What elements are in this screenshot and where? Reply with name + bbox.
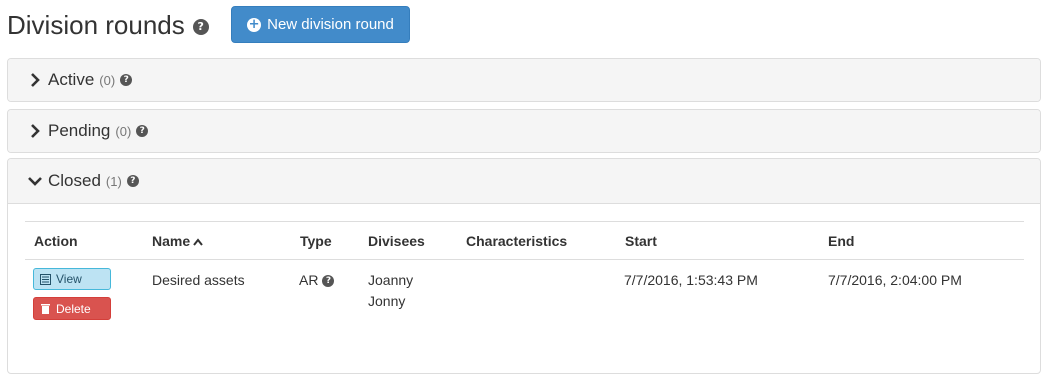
page-title: Division rounds xyxy=(7,10,185,40)
panel-active-count: (0) xyxy=(99,72,116,88)
delete-button-label: Delete xyxy=(56,301,91,316)
panel-pending-label: Pending xyxy=(48,121,111,140)
panel-pending-count: (0) xyxy=(115,123,132,139)
panel-active: Active (0) ? xyxy=(7,58,1041,102)
panel-closed: Closed (1) ? Action Name Type Divisees C… xyxy=(7,158,1041,374)
column-header-end[interactable]: End xyxy=(828,233,854,249)
panel-closed-heading[interactable]: Closed (1) ? xyxy=(8,159,1040,204)
help-icon[interactable]: ? xyxy=(322,274,335,287)
divisee-item: Joanny xyxy=(368,272,414,288)
delete-button[interactable]: Delete xyxy=(33,297,111,320)
chevron-right-icon xyxy=(31,73,40,87)
row-type: AR ? xyxy=(299,270,335,291)
row-divisees: Joanny Jonny xyxy=(368,270,413,312)
panel-active-heading[interactable]: Active (0) ? xyxy=(8,59,1040,101)
panel-active-label: Active xyxy=(48,70,95,89)
help-icon[interactable]: ? xyxy=(136,125,149,137)
column-header-action: Action xyxy=(34,233,78,249)
plus-circle-icon: + xyxy=(247,16,262,32)
column-header-type[interactable]: Type xyxy=(300,233,332,249)
panel-closed-count: (1) xyxy=(105,173,122,189)
column-header-name[interactable]: Name xyxy=(152,233,203,249)
panel-pending-heading[interactable]: Pending (0) ? xyxy=(8,110,1040,152)
page-header: Division rounds ? xyxy=(7,6,209,44)
table-row: View Delete Desired assets AR ? Joanny J… xyxy=(25,260,1024,330)
new-division-round-button[interactable]: + New division round xyxy=(231,6,410,43)
list-alt-icon xyxy=(40,273,51,285)
trash-icon xyxy=(41,304,50,314)
column-header-name-label: Name xyxy=(152,233,191,249)
help-icon[interactable]: ? xyxy=(120,74,133,86)
help-icon[interactable]: ? xyxy=(192,19,209,35)
row-type-value: AR xyxy=(299,272,319,288)
view-button[interactable]: View xyxy=(33,268,111,290)
new-division-round-label: New division round xyxy=(267,16,394,33)
table-header-row: Action Name Type Divisees Characteristic… xyxy=(25,222,1024,260)
row-name: Desired assets xyxy=(152,272,245,288)
chevron-right-icon xyxy=(31,124,40,138)
view-button-label: View xyxy=(56,272,82,286)
chevron-down-icon xyxy=(28,177,42,186)
panel-pending: Pending (0) ? xyxy=(7,109,1041,153)
row-start: 7/7/2016, 1:53:43 PM xyxy=(624,272,758,288)
help-icon[interactable]: ? xyxy=(126,175,139,187)
column-header-start[interactable]: Start xyxy=(625,233,657,249)
chevron-up-icon xyxy=(193,238,203,246)
divisee-item: Jonny xyxy=(368,293,406,309)
column-header-characteristics[interactable]: Characteristics xyxy=(466,233,567,249)
division-rounds-table: Action Name Type Divisees Characteristic… xyxy=(25,221,1024,330)
column-header-divisees[interactable]: Divisees xyxy=(368,233,425,249)
row-end: 7/7/2016, 2:04:00 PM xyxy=(828,272,962,288)
panel-closed-label: Closed xyxy=(48,171,101,190)
